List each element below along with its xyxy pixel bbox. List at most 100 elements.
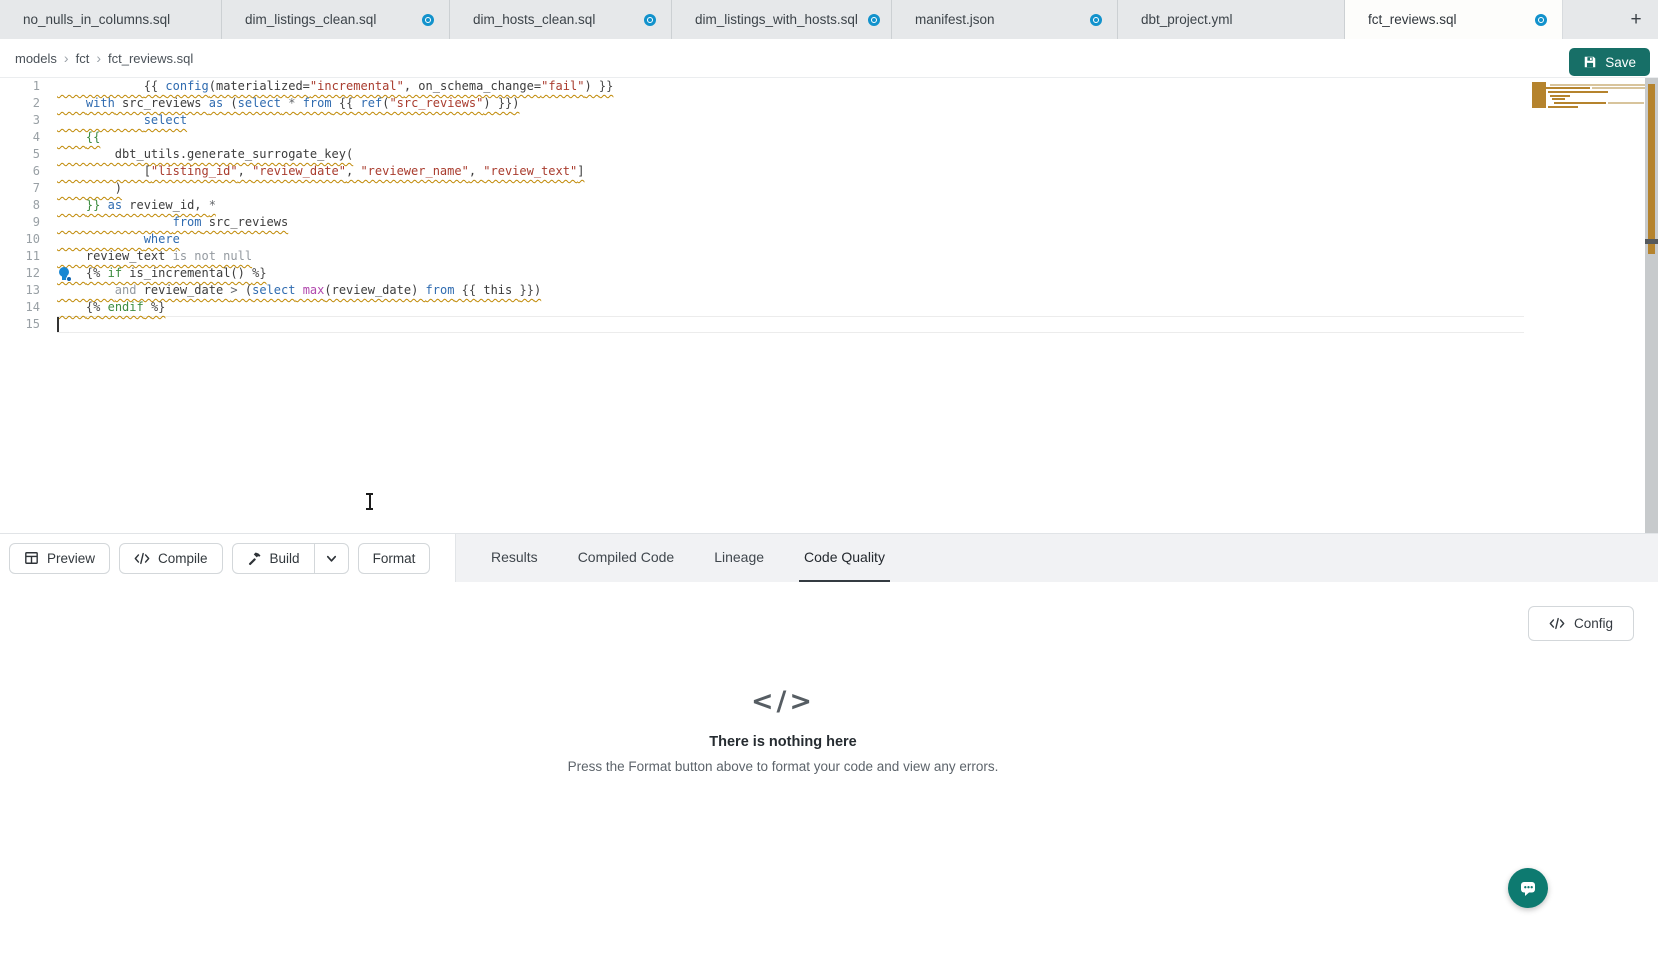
- panel-tab-code-quality[interactable]: Code Quality: [799, 534, 890, 582]
- code-line[interactable]: {{ config(materialized="incremental", on…: [57, 78, 613, 95]
- breadcrumb-separator: ›: [96, 50, 101, 66]
- code-content[interactable]: {{ config(materialized="incremental", on…: [57, 78, 613, 333]
- panel-tab-compiled-code[interactable]: Compiled Code: [573, 534, 680, 582]
- code-line[interactable]: ): [57, 180, 613, 197]
- format-label: Format: [373, 551, 416, 566]
- minimap[interactable]: [1524, 82, 1645, 112]
- breadcrumb: models › fct › fct_reviews.sql: [15, 50, 193, 66]
- build-split-button: Build: [232, 543, 349, 574]
- overview-ruler-warnings: [1648, 84, 1655, 254]
- breadcrumb-item[interactable]: fct: [76, 51, 90, 66]
- file-tab[interactable]: no_nulls_in_columns.sql: [0, 0, 222, 39]
- file-tab-label: no_nulls_in_columns.sql: [23, 12, 170, 27]
- breadcrumb-item[interactable]: models: [15, 51, 57, 66]
- line-number: 6: [0, 163, 40, 180]
- build-options-dropdown[interactable]: [314, 544, 348, 573]
- empty-state: </> There is nothing here Press the Form…: [433, 686, 1133, 774]
- file-tab[interactable]: dbt_project.yml: [1118, 0, 1345, 39]
- breadcrumb-item[interactable]: fct_reviews.sql: [108, 51, 193, 66]
- code-line[interactable]: dbt_utils.generate_surrogate_key(: [57, 146, 613, 163]
- table-grid-icon: [24, 551, 39, 565]
- preview-button[interactable]: Preview: [9, 543, 110, 574]
- code-line[interactable]: {% if is_incremental() %}: [57, 265, 613, 282]
- line-number: 5: [0, 146, 40, 163]
- file-tab-bar: no_nulls_in_columns.sql dim_listings_clea…: [0, 0, 1658, 39]
- preview-label: Preview: [47, 551, 95, 566]
- hammer-icon: [247, 551, 262, 566]
- file-tab-label: dim_listings_clean.sql: [245, 12, 376, 27]
- code-line[interactable]: review_text is not null: [57, 248, 613, 265]
- file-tab[interactable]: dim_hosts_clean.sql: [450, 0, 672, 39]
- build-button[interactable]: Build: [233, 544, 314, 573]
- panel-tab-bar: Results Compiled Code Lineage Code Quality: [455, 534, 1658, 582]
- code-line[interactable]: }} as review_id, *: [57, 197, 613, 214]
- config-label: Config: [1574, 616, 1613, 631]
- code-line[interactable]: {% endif %}: [57, 299, 613, 316]
- line-number: 15: [0, 316, 40, 333]
- file-tab-label: dbt_project.yml: [1141, 12, 1233, 27]
- code-brackets-large-icon: </>: [751, 686, 815, 717]
- code-line[interactable]: where: [57, 231, 613, 248]
- empty-state-subtitle: Press the Format button above to format …: [568, 759, 999, 774]
- line-number: 2: [0, 95, 40, 112]
- file-tab[interactable]: dim_listings_clean.sql: [222, 0, 450, 39]
- file-tab[interactable]: manifest.json: [892, 0, 1118, 39]
- modified-indicator-icon: [644, 14, 656, 26]
- overview-ruler-cursor: [1645, 239, 1658, 244]
- breadcrumb-separator: ›: [64, 50, 69, 66]
- format-button[interactable]: Format: [358, 543, 431, 574]
- chat-widget-button[interactable]: [1508, 868, 1548, 908]
- file-tab-label: dim_hosts_clean.sql: [473, 12, 595, 27]
- code-line[interactable]: [57, 316, 613, 333]
- lightbulb-autofix-icon[interactable]: [58, 267, 72, 282]
- modified-indicator-icon: [1535, 14, 1547, 26]
- code-line[interactable]: select: [57, 112, 613, 129]
- line-number: 14: [0, 299, 40, 316]
- line-number: 11: [0, 248, 40, 265]
- line-number: 8: [0, 197, 40, 214]
- line-number: 9: [0, 214, 40, 231]
- line-number: 7: [0, 180, 40, 197]
- code-line[interactable]: {{: [57, 129, 613, 146]
- line-number: 3: [0, 112, 40, 129]
- modified-indicator-icon: [1090, 14, 1102, 26]
- panel-tab-results[interactable]: Results: [486, 534, 543, 582]
- code-line[interactable]: and review_date > (select max(review_dat…: [57, 282, 613, 299]
- line-number: 4: [0, 129, 40, 146]
- editor-action-toolbar: Preview Compile Build: [0, 534, 455, 582]
- code-brackets-icon: [1549, 617, 1565, 630]
- code-line[interactable]: from src_reviews: [57, 214, 613, 231]
- line-number: 12: [0, 265, 40, 282]
- file-tab-label: manifest.json: [915, 12, 995, 27]
- bottom-panel: Preview Compile Build: [0, 533, 1658, 955]
- file-tab-label: dim_listings_with_hosts.sql: [695, 12, 858, 27]
- code-line[interactable]: with src_reviews as (select * from {{ re…: [57, 95, 613, 112]
- build-label: Build: [270, 551, 300, 566]
- chat-bubble-icon: [1518, 878, 1538, 898]
- code-line[interactable]: ["listing_id", "review_date", "reviewer_…: [57, 163, 613, 180]
- new-tab-button[interactable]: +: [1614, 0, 1658, 39]
- save-button[interactable]: Save: [1569, 48, 1650, 76]
- compile-button[interactable]: Compile: [119, 543, 223, 574]
- code-brackets-icon: [134, 552, 150, 565]
- line-number: 1: [0, 78, 40, 95]
- mouse-ibeam-cursor: [365, 493, 374, 510]
- breadcrumb-row: models › fct › fct_reviews.sql Save: [0, 39, 1658, 78]
- line-number: 10: [0, 231, 40, 248]
- modified-indicator-icon: [868, 14, 880, 26]
- save-label: Save: [1605, 55, 1636, 70]
- line-number-gutter: 123456789101112131415: [0, 78, 40, 333]
- modified-indicator-icon: [422, 14, 434, 26]
- file-tab-label: fct_reviews.sql: [1368, 12, 1457, 27]
- line-number: 13: [0, 282, 40, 299]
- config-button[interactable]: Config: [1528, 606, 1634, 641]
- empty-state-title: There is nothing here: [709, 734, 856, 750]
- file-tab[interactable]: dim_listings_with_hosts.sql: [672, 0, 892, 39]
- compile-label: Compile: [158, 551, 208, 566]
- save-icon: [1583, 55, 1597, 69]
- chevron-down-icon: [325, 552, 338, 565]
- panel-tab-lineage[interactable]: Lineage: [709, 534, 769, 582]
- file-tab[interactable]: fct_reviews.sql: [1345, 0, 1563, 39]
- text-caret: [57, 317, 59, 332]
- code-editor[interactable]: 123456789101112131415 {{ config(material…: [0, 78, 1658, 533]
